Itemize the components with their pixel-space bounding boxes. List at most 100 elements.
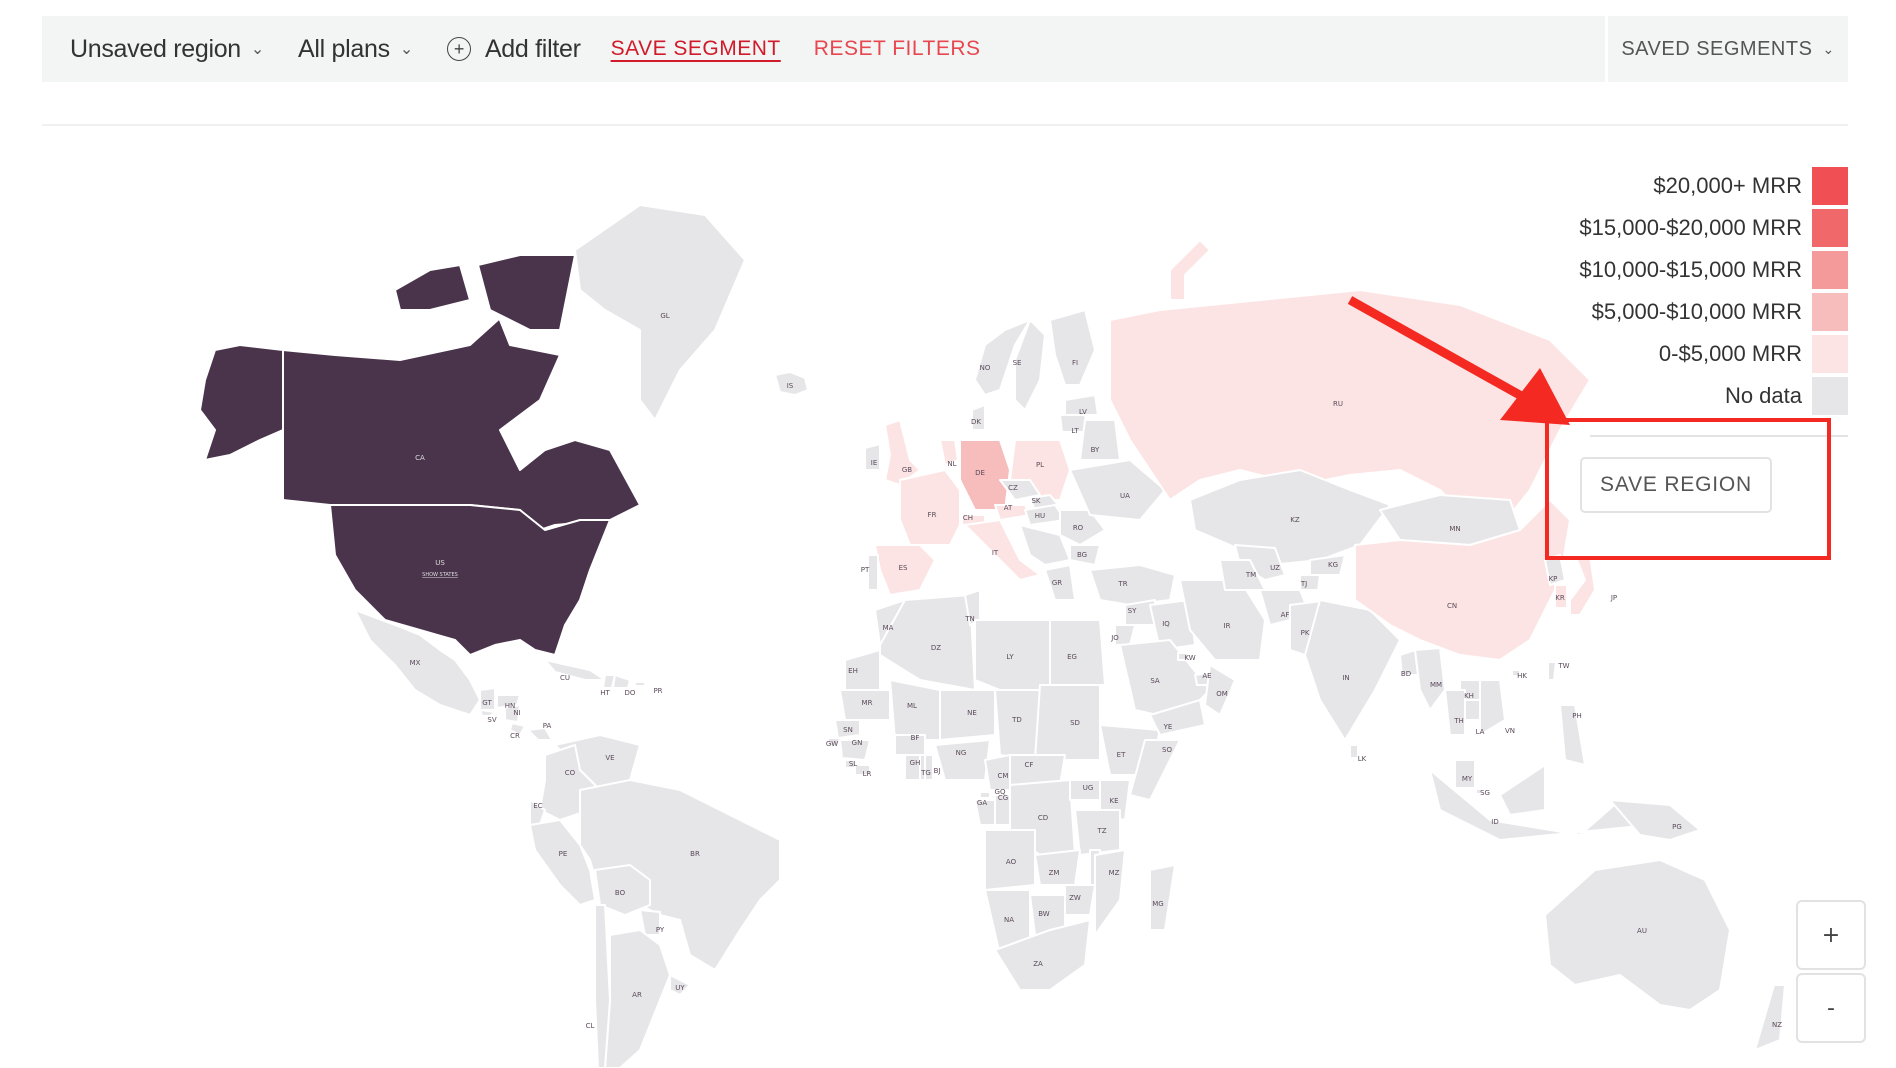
country-label-lv: LV: [1079, 408, 1087, 416]
save-segment-link[interactable]: SAVE SEGMENT: [611, 37, 781, 61]
country-label-mr: MR: [862, 699, 873, 707]
country-gq[interactable]: [979, 791, 991, 799]
country-label-at: AT: [1004, 504, 1013, 512]
country-pr[interactable]: [634, 681, 646, 687]
country-eg[interactable]: [1049, 619, 1106, 686]
legend-swatch: [1812, 209, 1848, 247]
country-cu[interactable]: [544, 659, 606, 681]
country-label-sd: SD: [1070, 719, 1080, 727]
country-label-ch: CH: [963, 514, 973, 522]
country-label-om: OM: [1216, 690, 1228, 698]
saved-segments-label: SAVED SEGMENTS: [1621, 37, 1813, 60]
country-label-sk: SK: [1031, 497, 1040, 505]
country-nz[interactable]: [1754, 984, 1786, 1051]
country-label-py: PY: [656, 926, 665, 934]
country-label-cm: CM: [998, 772, 1009, 780]
country-label-et: ET: [1117, 751, 1126, 759]
save-region-button[interactable]: SAVE REGION: [1580, 457, 1772, 513]
zoom-in-button[interactable]: +: [1796, 900, 1866, 970]
country-sd[interactable]: [1034, 684, 1101, 761]
country-label-lt: LT: [1071, 427, 1079, 435]
country-label-ao: AO: [1006, 858, 1017, 866]
country-label-ec: EC: [533, 802, 542, 810]
country-vn[interactable]: [1479, 679, 1506, 736]
country-ir[interactable]: [1179, 579, 1266, 661]
country-my[interactable]: [1454, 759, 1476, 789]
country-label-bw: BW: [1038, 910, 1050, 918]
country-ca[interactable]: [394, 264, 471, 311]
country-jp[interactable]: [1569, 554, 1596, 616]
country-fr[interactable]: [899, 469, 961, 546]
country-label-pa: PA: [543, 722, 552, 730]
show-states-link[interactable]: SHOW STATES: [422, 572, 458, 578]
country-label-bj: BJ: [934, 767, 941, 775]
add-filter-button[interactable]: + Add filter: [446, 34, 581, 64]
saved-segments-dropdown[interactable]: SAVED SEGMENTS ⌄: [1608, 16, 1848, 82]
country-label-sg: SG: [1480, 789, 1490, 797]
country-pt[interactable]: [867, 554, 879, 591]
legend-label: 0-$5,000 MRR: [1658, 341, 1802, 366]
legend-item: 0-$5,000 MRR: [1579, 333, 1848, 375]
plans-dropdown[interactable]: All plans ⌄: [298, 35, 413, 64]
country-label-ly: LY: [1006, 653, 1014, 661]
plus-circle-icon: +: [446, 37, 471, 61]
country-label-cf: CF: [1025, 761, 1034, 769]
country-label-nl: NL: [947, 460, 956, 468]
country-label-ie: IE: [871, 459, 878, 467]
country-label-pt: PT: [861, 566, 870, 574]
zoom-out-button[interactable]: -: [1796, 973, 1866, 1043]
country-label-sl: SL: [849, 760, 857, 768]
country-at[interactable]: [994, 504, 1031, 521]
country-cl[interactable]: [594, 904, 611, 1068]
country-label-kw: KW: [1184, 654, 1195, 662]
country-tr[interactable]: [1089, 564, 1176, 606]
country-th[interactable]: [1444, 689, 1466, 736]
country-au[interactable]: [1544, 859, 1731, 1011]
legend-divider: [1590, 435, 1848, 437]
country-ca[interactable]: [477, 254, 576, 331]
country-gb[interactable]: [884, 419, 921, 486]
country-mz[interactable]: [1094, 849, 1126, 936]
country-label-bd: BD: [1401, 670, 1411, 678]
country-label-id: ID: [1491, 818, 1498, 826]
country-mg[interactable]: [1149, 864, 1176, 931]
country-fi[interactable]: [1049, 309, 1096, 386]
plans-dropdown-label: All plans: [298, 34, 390, 63]
country-label-hu: HU: [1035, 512, 1045, 520]
country-ru[interactable]: [1169, 239, 1211, 301]
region-dropdown[interactable]: Unsaved region ⌄: [70, 35, 264, 64]
country-de[interactable]: [959, 439, 1011, 511]
country-label-ve: VE: [605, 754, 614, 762]
chevron-down-icon: ⌄: [250, 41, 265, 58]
country-label-gb: GB: [902, 466, 912, 474]
country-label-br: BR: [690, 850, 700, 858]
country-label-iq: IQ: [1162, 620, 1170, 628]
country-label-tw: TW: [1557, 662, 1569, 670]
legend-item: No data: [1579, 375, 1848, 417]
country-label-gr: GR: [1052, 579, 1062, 587]
country-zm[interactable]: [1034, 849, 1081, 886]
country-ng[interactable]: [934, 739, 991, 781]
country-by[interactable]: [1079, 419, 1121, 461]
add-filter-label: Add filter: [484, 34, 581, 63]
country-label-sy: SY: [1128, 607, 1137, 615]
country-label-eg: EG: [1067, 653, 1077, 661]
country-label-ga: GA: [977, 799, 987, 807]
country-tw[interactable]: [1547, 661, 1557, 681]
country-label-kr: KR: [1555, 594, 1565, 602]
country-td[interactable]: [994, 689, 1041, 761]
country-label-kh: KH: [1464, 692, 1474, 700]
country-mm[interactable]: [1414, 647, 1446, 711]
country-label-it: IT: [992, 549, 999, 557]
legend-item: $15,000-$20,000 MRR: [1579, 207, 1848, 249]
country-ru[interactable]: [1109, 289, 1591, 521]
country-label-ml: ML: [907, 702, 917, 710]
country-label-no: NO: [980, 364, 991, 372]
country-label-ke: KE: [1109, 797, 1118, 805]
country-do[interactable]: [612, 674, 631, 689]
country-us[interactable]: [199, 344, 284, 461]
country-id[interactable]: [1499, 764, 1546, 816]
country-ml[interactable]: [889, 679, 941, 741]
reset-filters-link[interactable]: RESET FILTERS: [814, 37, 981, 61]
country-ar[interactable]: [604, 929, 671, 1068]
